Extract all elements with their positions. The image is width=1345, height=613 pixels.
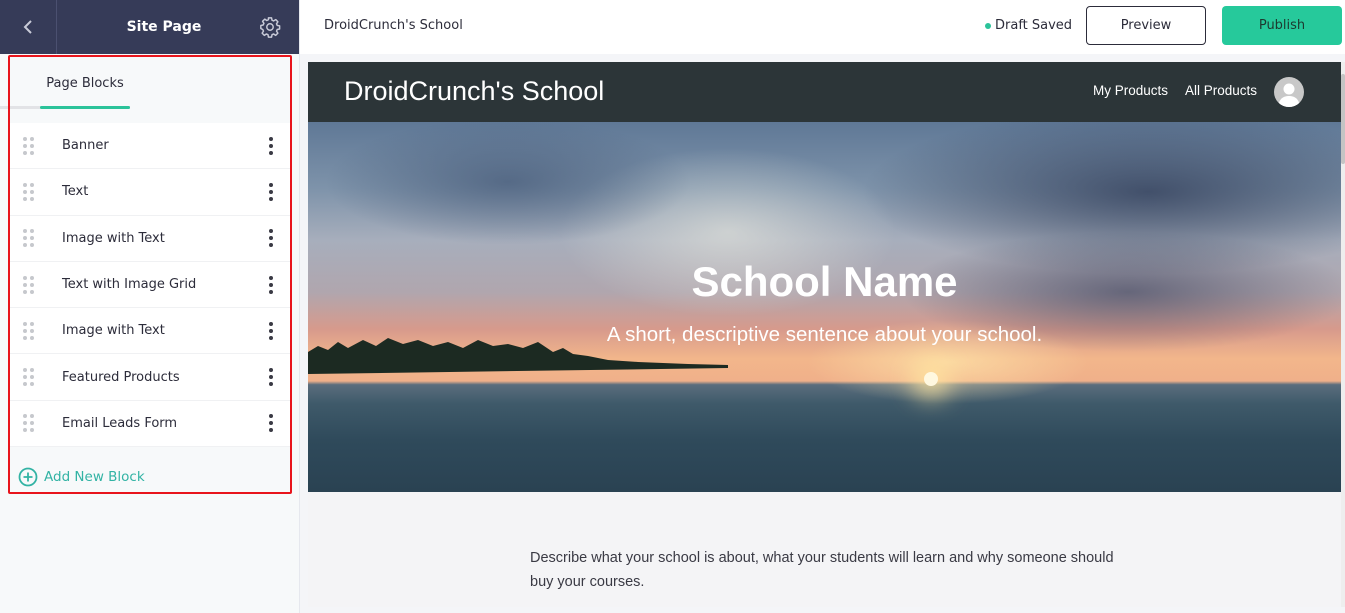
more-options-icon[interactable] <box>256 414 286 433</box>
drag-handle[interactable] <box>10 275 46 294</box>
editor-topbar: DroidCrunch's School Draft Saved Preview… <box>300 0 1345 54</box>
draft-status: Draft Saved <box>985 18 1072 33</box>
avatar[interactable] <box>1274 77 1304 107</box>
draft-status-label: Draft Saved <box>995 18 1073 33</box>
sidebar-title: Site Page <box>126 19 202 35</box>
settings-button[interactable] <box>241 0 299 54</box>
hero-subtitle: A short, descriptive sentence about your… <box>606 323 1043 346</box>
more-options-icon[interactable] <box>256 275 286 294</box>
drag-handle[interactable] <box>10 182 46 201</box>
block-item[interactable]: Featured Products <box>10 354 290 401</box>
block-item[interactable]: Image with Text <box>10 308 290 355</box>
drag-handle-icon <box>22 368 34 387</box>
add-new-block-label: Add New Block <box>44 469 145 485</box>
drag-handle[interactable] <box>10 414 46 433</box>
tab-page-blocks[interactable]: Page Blocks <box>40 76 130 91</box>
hero-background-image <box>308 122 1341 492</box>
drag-handle-icon <box>22 321 34 340</box>
nav-all-products[interactable]: All Products <box>1185 83 1257 98</box>
block-label: Image with Text <box>62 230 165 246</box>
block-item[interactable]: Email Leads Form <box>10 401 290 448</box>
block-label: Image with Text <box>62 323 165 339</box>
drag-handle-icon <box>22 414 34 433</box>
sidebar-header: Site Page <box>0 0 299 54</box>
publish-button[interactable]: Publish <box>1222 6 1342 45</box>
block-item[interactable]: Image with Text <box>10 216 290 262</box>
status-dot-icon <box>985 22 991 29</box>
sidebar: Site Page Page Blocks Banner Text Image … <box>0 0 300 613</box>
chevron-left-icon <box>23 20 32 34</box>
active-tab-indicator <box>40 106 130 109</box>
drag-handle-icon <box>22 275 34 294</box>
more-options-icon[interactable] <box>256 182 286 201</box>
more-options-icon[interactable] <box>256 368 286 387</box>
add-new-block-button[interactable]: Add New Block <box>18 467 145 487</box>
hero-title: School Name <box>691 258 958 305</box>
user-icon <box>1278 83 1300 107</box>
scrollbar-thumb[interactable] <box>1341 74 1345 164</box>
site-name: DroidCrunch's School <box>324 18 463 33</box>
back-button[interactable] <box>0 0 57 54</box>
page-preview: DroidCrunch's School My Products All Pro… <box>308 62 1341 607</box>
site-navbar: DroidCrunch's School My Products All Pro… <box>308 62 1341 122</box>
banner-block[interactable]: School Name A short, descriptive sentenc… <box>308 122 1341 492</box>
block-item[interactable]: Text with Image Grid <box>10 262 290 309</box>
more-options-icon[interactable] <box>256 321 286 340</box>
block-item[interactable]: Banner <box>10 123 290 170</box>
drag-handle-icon <box>22 182 34 201</box>
preview-scrollbar[interactable] <box>1341 62 1345 607</box>
school-description: Describe what your school is about, what… <box>530 550 1114 590</box>
drag-handle[interactable] <box>10 229 46 248</box>
block-label: Text <box>62 184 89 200</box>
page-blocks-list: Banner Text Image with Text Text with Im… <box>10 123 290 448</box>
sun-graphic <box>924 372 938 386</box>
nav-my-products[interactable]: My Products <box>1093 83 1168 98</box>
site-brand[interactable]: DroidCrunch's School <box>344 76 604 107</box>
sidebar-tabs: Page Blocks <box>0 54 300 110</box>
more-options-icon[interactable] <box>256 136 286 155</box>
text-block[interactable]: Describe what your school is about, what… <box>308 492 1341 607</box>
drag-handle-icon <box>22 229 34 248</box>
preview-button[interactable]: Preview <box>1086 6 1206 45</box>
block-label: Banner <box>62 138 109 154</box>
more-options-icon[interactable] <box>256 229 286 248</box>
drag-handle[interactable] <box>10 136 46 155</box>
gear-icon <box>260 17 281 38</box>
block-item[interactable]: Text <box>10 169 290 216</box>
plus-circle-icon <box>18 467 38 487</box>
block-label: Email Leads Form <box>62 415 178 431</box>
drag-handle[interactable] <box>10 368 46 387</box>
block-label: Text with Image Grid <box>62 277 197 293</box>
drag-handle[interactable] <box>10 321 46 340</box>
drag-handle-icon <box>22 136 34 155</box>
block-label: Featured Products <box>62 369 180 385</box>
